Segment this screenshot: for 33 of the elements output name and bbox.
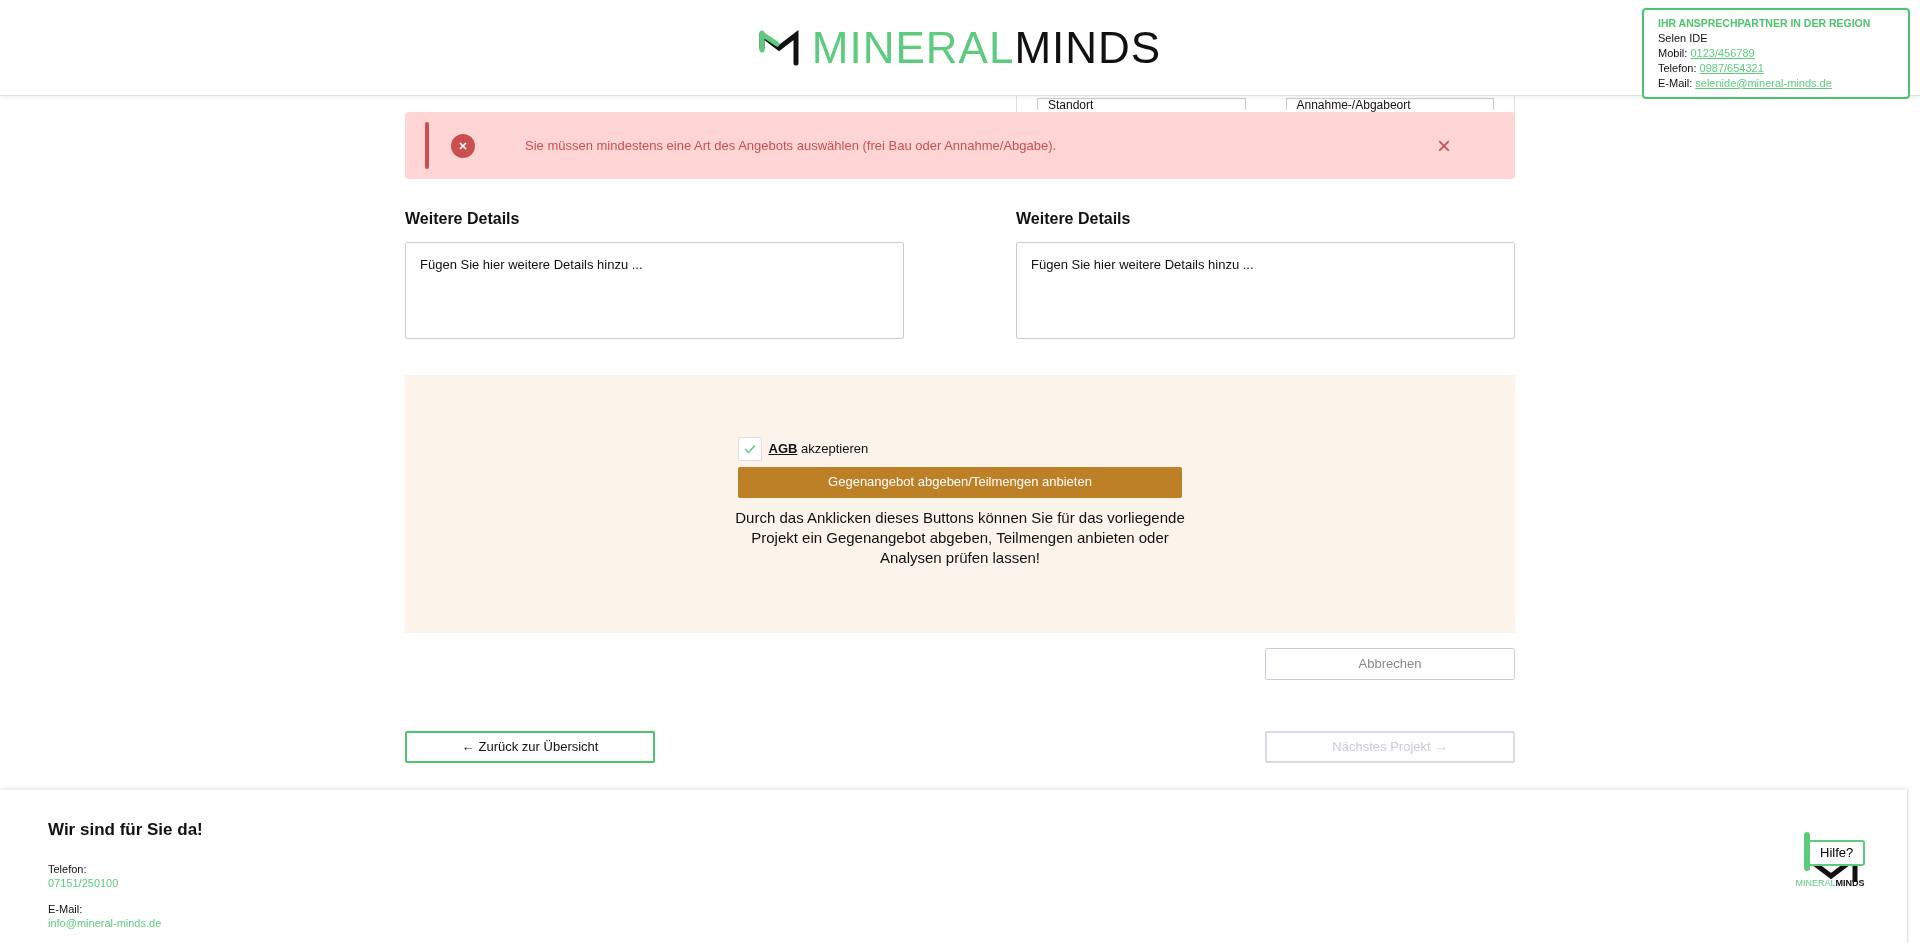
counter-offer-button[interactable]: Gegenangebot abgeben/Teilmengen anbieten — [738, 466, 1182, 498]
contact-link[interactable]: 0123/456789 — [1690, 47, 1755, 59]
agb-checkbox[interactable] — [738, 436, 762, 461]
back-button[interactable]: ← Zurück zur Übersicht — [405, 730, 655, 763]
footer-label: Telefon: — [48, 862, 87, 877]
offer-description: Durch das Anklicken dieses Buttons können Sie für das vorliegende Projekt ein Gegenangebot abgeben, Teilmengen anbieten oder Analysen prüfen lassen! — [734, 507, 1186, 568]
footer-link[interactable]: 07151/250100 — [48, 877, 119, 890]
help-button[interactable]: Hilfe? — [1808, 840, 1866, 866]
agb-label: AGB akzeptieren — [768, 439, 869, 458]
details-field[interactable]: Fügen Sie hier weitere Details hinzu ... — [1016, 242, 1515, 340]
contact-label: Telefon: — [1658, 62, 1697, 74]
footer-link[interactable]: info@mineral-minds.de — [48, 917, 162, 930]
alert-message: Sie müssen mindestens eine Art des Angebots auswählen (frei Bau oder Annahme/Abgabe). — [525, 136, 1057, 155]
footer-heading: Wir sind für Sie da! — [48, 820, 204, 841]
section-heading: Weitere Details — [405, 209, 521, 229]
agb-link[interactable]: AGB — [768, 440, 798, 456]
close-button[interactable]: × — [1433, 133, 1455, 158]
fieldset-legend: Standort — [1037, 98, 1246, 110]
contact-link[interactable]: selenide@mineral-minds.de — [1695, 77, 1832, 89]
error-icon — [451, 133, 475, 158]
contact-title: IHR ANSPRECHPARTNER IN DER REGION — [1658, 16, 1872, 31]
contact-name: Selen IDE — [1658, 31, 1709, 46]
logo-text: MINERALMINDS — [811, 21, 1162, 74]
footer-label: E-Mail: — [48, 902, 83, 917]
logo-icon — [758, 29, 799, 66]
details-field[interactable]: Fügen Sie hier weitere Details hinzu ... — [405, 242, 904, 340]
fieldset-legend: Annahme-/Abgabeort — [1285, 98, 1494, 110]
section-heading: Weitere Details — [1016, 209, 1132, 229]
cancel-button[interactable]: Abbrechen — [1265, 647, 1515, 680]
contact-link[interactable]: 0987/654321 — [1699, 62, 1764, 74]
checkmark-icon — [744, 443, 756, 454]
contact-label: E-Mail: — [1658, 77, 1693, 89]
contact-label: Mobil: — [1658, 47, 1688, 59]
